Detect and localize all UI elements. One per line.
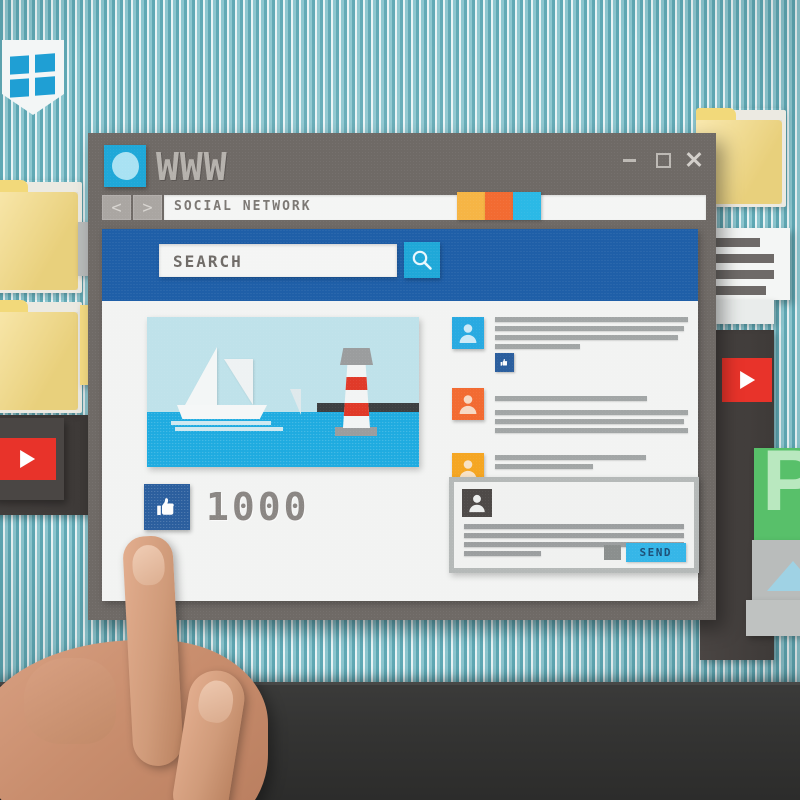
avatar-dark — [462, 489, 492, 517]
video-app-tile[interactable] — [0, 418, 64, 500]
person-icon — [459, 395, 477, 414]
note-card-icon[interactable] — [690, 228, 790, 300]
window-controls — [622, 151, 702, 168]
search-button[interactable] — [404, 242, 440, 278]
thumbs-up-icon — [157, 498, 174, 515]
address-text: SOCIAL NETWORK — [174, 199, 312, 214]
knuckles — [24, 658, 116, 744]
pinterest-letter: P — [762, 433, 800, 529]
lighthouse-base — [335, 427, 377, 436]
post-like-button[interactable] — [495, 353, 514, 372]
post-text-lines — [495, 317, 688, 353]
brand-title: WWW — [156, 145, 228, 189]
search-icon — [412, 250, 432, 270]
person-icon — [469, 494, 485, 513]
lighthouse-body — [343, 365, 370, 428]
list-item[interactable] — [452, 388, 688, 444]
search-placeholder: SEARCH — [173, 252, 243, 271]
globe-icon — [104, 145, 146, 187]
title-bar: WWW — [88, 133, 716, 196]
sailboat-main-sail — [185, 347, 217, 405]
list-item[interactable] — [452, 317, 688, 379]
comment-composer[interactable]: SEND — [449, 477, 699, 573]
pointing-hand — [0, 520, 348, 800]
paper-sheet — [746, 600, 800, 636]
avatar-orange[interactable] — [452, 388, 484, 420]
forward-button[interactable]: > — [133, 195, 162, 220]
lighthouse-top — [340, 348, 373, 365]
pinterest-badge-icon[interactable]: P — [754, 433, 800, 540]
tab-orange[interactable] — [485, 192, 513, 220]
site-header: SEARCH — [102, 229, 698, 301]
avatar-cyan[interactable] — [452, 317, 484, 349]
fingernail — [195, 678, 236, 725]
search-input[interactable]: SEARCH — [159, 244, 397, 277]
attachment-box-icon[interactable] — [603, 545, 621, 560]
sailboat-jib-sail — [224, 359, 253, 405]
sailboat-hull — [177, 405, 267, 419]
send-row: SEND — [603, 543, 686, 562]
folder-icon[interactable] — [0, 180, 82, 293]
tab-yellow[interactable] — [457, 192, 485, 220]
back-button[interactable]: < — [102, 195, 131, 220]
close-icon[interactable] — [686, 151, 702, 167]
distant-sail — [290, 389, 301, 415]
post-text-lines — [495, 396, 688, 437]
thumbs-up-icon — [500, 358, 508, 366]
index-finger — [122, 534, 184, 768]
post-photo[interactable] — [147, 317, 419, 467]
person-icon — [459, 324, 477, 343]
video-play-icon[interactable] — [0, 438, 56, 480]
send-button[interactable]: SEND — [625, 543, 686, 562]
browser-tabs — [457, 192, 541, 220]
address-row: < > SOCIAL NETWORK — [102, 195, 706, 220]
screenshot-stage: P WWW < > SOCIAL NETWORK SEARCH 1000 SEN… — [0, 0, 800, 800]
tab-cyan[interactable] — [513, 192, 541, 220]
fingernail — [131, 544, 166, 586]
address-bar[interactable]: SOCIAL NETWORK — [164, 195, 706, 220]
minimize-icon[interactable] — [622, 151, 638, 167]
folder-icon[interactable] — [0, 300, 82, 413]
video-play-icon[interactable] — [722, 358, 772, 402]
maximize-icon[interactable] — [654, 151, 671, 168]
